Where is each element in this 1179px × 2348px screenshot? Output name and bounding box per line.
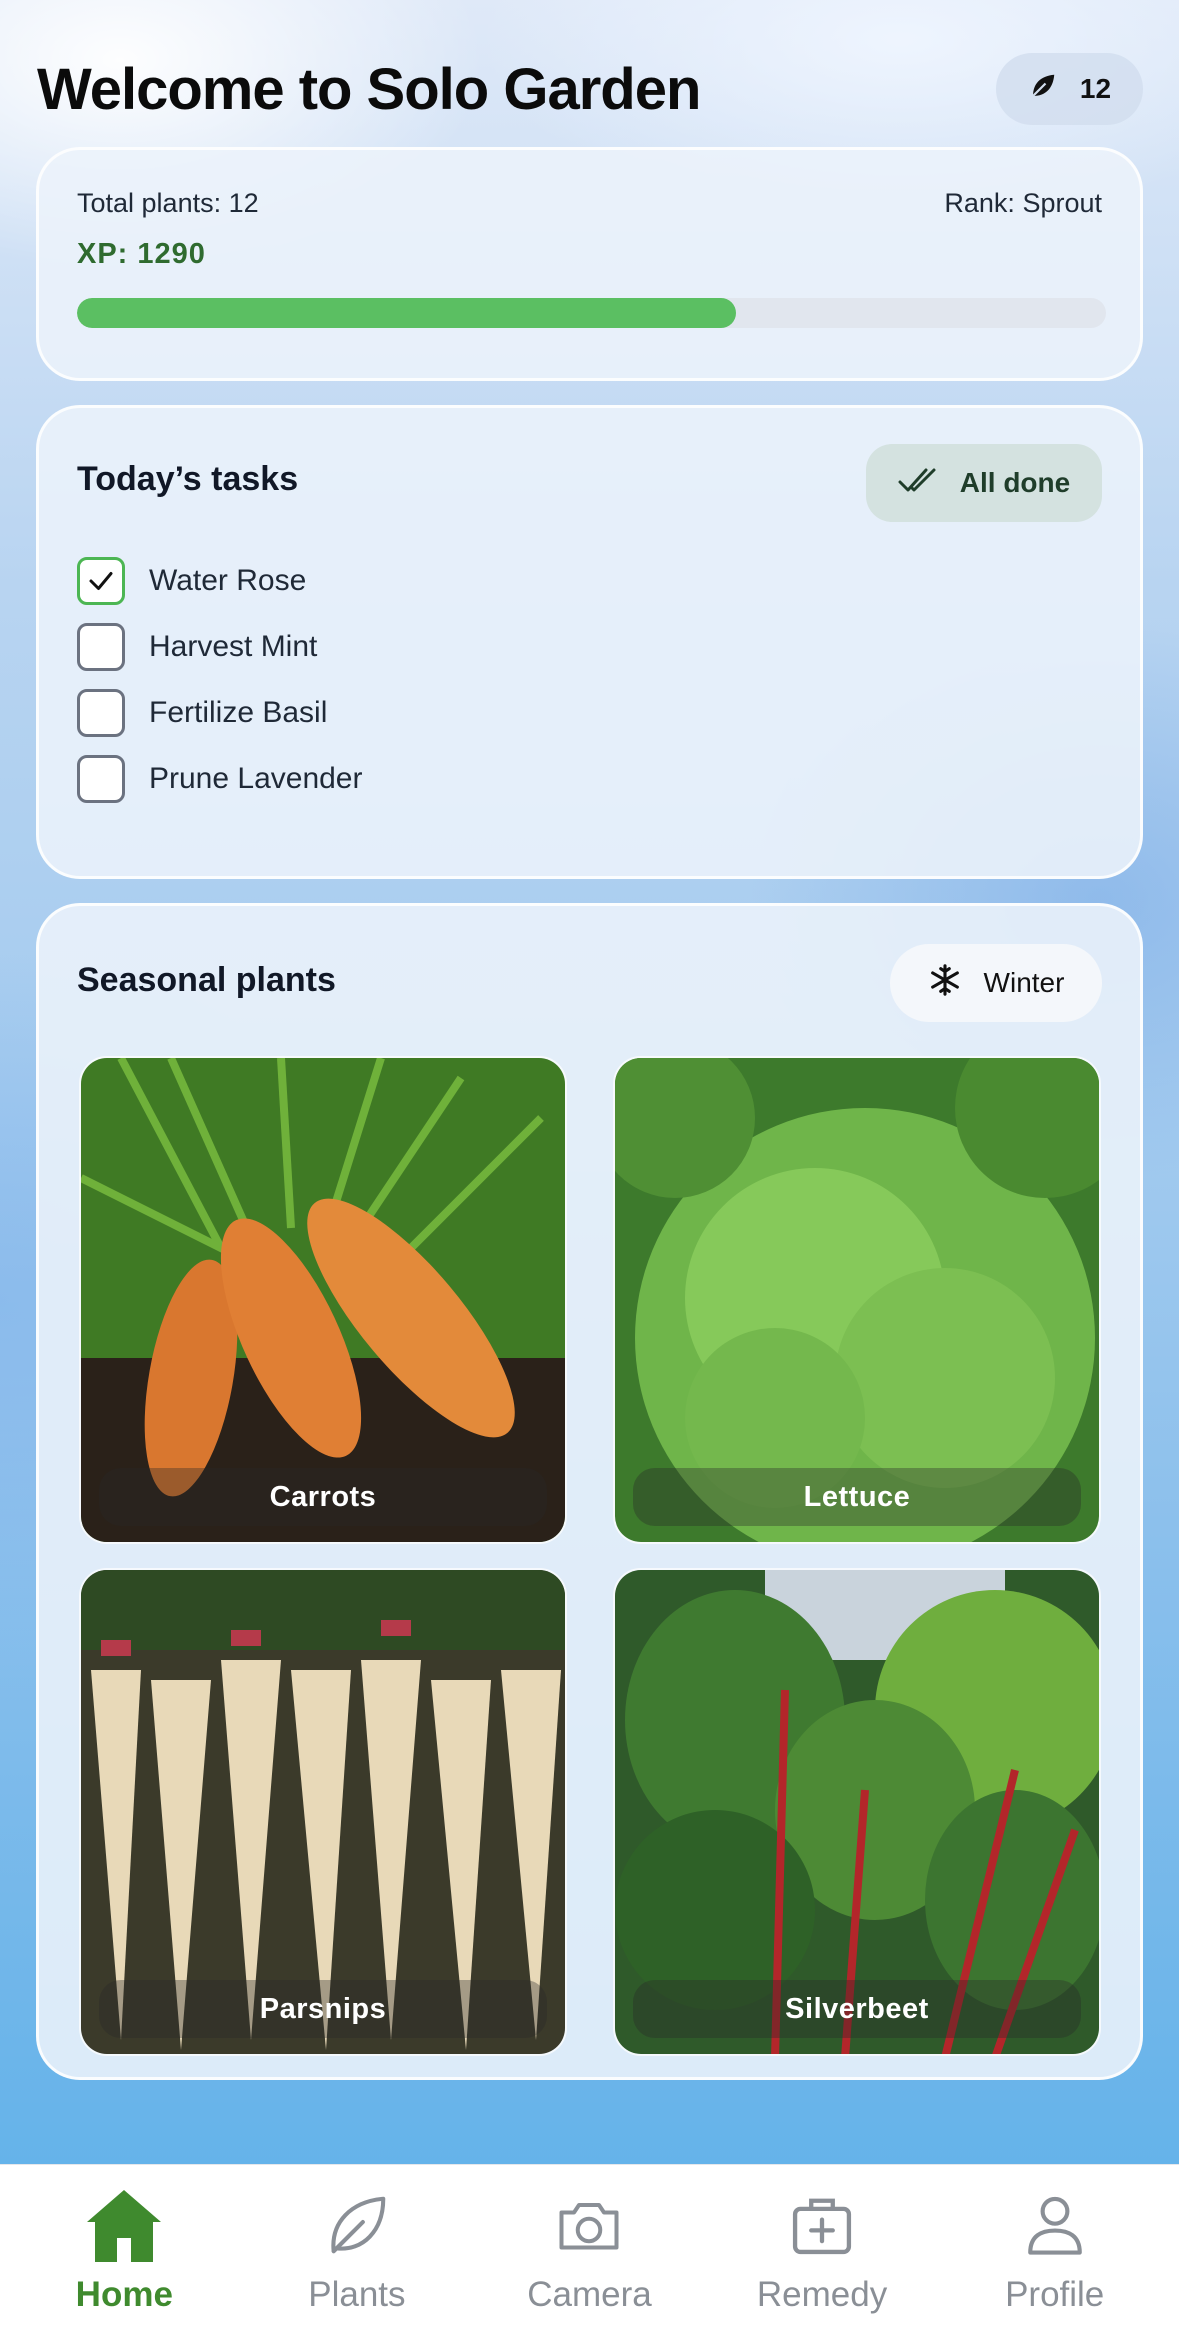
plant-grid: Carrots Lettuce Parsnips Silverbeet <box>79 1056 1101 2056</box>
tab-label: Plants <box>308 2275 406 2314</box>
task-checkbox[interactable] <box>77 755 125 803</box>
leaf-icon <box>315 2183 399 2267</box>
task-checkbox[interactable] <box>77 557 125 605</box>
total-plants: Total plants: 12 <box>77 188 259 218</box>
season-badge[interactable]: Winter <box>890 944 1102 1022</box>
tab-camera[interactable]: Camera <box>489 2165 689 2348</box>
seasonal-title: Seasonal plants <box>77 961 336 999</box>
xp-progress-bar <box>77 298 1106 328</box>
task-label: Prune Lavender <box>149 762 363 795</box>
task-checkbox[interactable] <box>77 623 125 671</box>
tasks-card: Today’s tasks All done Water Rose Harves… <box>36 405 1143 879</box>
camera-icon <box>547 2183 631 2267</box>
plant-tile-lettuce[interactable]: Lettuce <box>613 1056 1101 1544</box>
task-item[interactable]: Harvest Mint <box>77 614 363 680</box>
tab-profile[interactable]: Profile <box>955 2165 1155 2348</box>
task-item[interactable]: Fertilize Basil <box>77 680 363 746</box>
tab-label: Home <box>75 2275 173 2314</box>
seasonal-card: Seasonal plants Winter Carrots Lettuce P… <box>36 903 1143 2080</box>
tab-label: Remedy <box>756 2275 888 2314</box>
season-label: Winter <box>983 967 1065 998</box>
plant-name: Parsnips <box>99 1980 547 2038</box>
plant-name: Lettuce <box>633 1468 1081 1526</box>
task-item[interactable]: Water Rose <box>77 548 363 614</box>
header: Welcome to Solo Garden 12 <box>37 50 1143 128</box>
all-done-button[interactable]: All done <box>866 444 1102 522</box>
medkit-icon <box>780 2183 864 2267</box>
tab-plants[interactable]: Plants <box>257 2165 457 2348</box>
task-label: Harvest Mint <box>149 630 318 663</box>
tab-bar: Home Plants Camera Remedy Profile <box>0 2164 1179 2348</box>
plant-name: Carrots <box>99 1468 547 1526</box>
double-check-icon <box>898 466 938 501</box>
person-icon <box>1013 2183 1097 2267</box>
xp-progress-fill <box>77 298 736 328</box>
snowflake-icon <box>928 963 962 1004</box>
task-label: Fertilize Basil <box>149 696 328 729</box>
tab-label: Profile <box>1005 2275 1105 2314</box>
task-checkbox[interactable] <box>77 689 125 737</box>
plant-tile-parsnips[interactable]: Parsnips <box>79 1568 567 2056</box>
stats-card: Total plants: 12 Rank: Sprout XP: 1290 <box>36 147 1143 381</box>
check-icon <box>89 572 113 590</box>
task-list: Water Rose Harvest Mint Fertilize Basil … <box>77 548 363 812</box>
plant-tile-silverbeet[interactable]: Silverbeet <box>613 1568 1101 2056</box>
home-icon <box>82 2183 166 2267</box>
tab-label: Camera <box>527 2275 652 2314</box>
plant-tile-carrots[interactable]: Carrots <box>79 1056 567 1544</box>
page-title: Welcome to Solo Garden <box>37 56 701 122</box>
task-item[interactable]: Prune Lavender <box>77 746 363 812</box>
tab-home[interactable]: Home <box>24 2165 224 2348</box>
task-label: Water Rose <box>149 564 307 597</box>
leaf-icon <box>1028 71 1058 108</box>
plant-count-badge[interactable]: 12 <box>996 53 1143 125</box>
tasks-title: Today’s tasks <box>77 460 299 498</box>
xp-value: XP: 1290 <box>77 238 206 270</box>
plant-name: Silverbeet <box>633 1980 1081 2038</box>
all-done-label: All done <box>959 467 1071 498</box>
rank: Rank: Sprout <box>944 188 1102 218</box>
plant-count: 12 <box>1079 73 1112 104</box>
tab-remedy[interactable]: Remedy <box>722 2165 922 2348</box>
